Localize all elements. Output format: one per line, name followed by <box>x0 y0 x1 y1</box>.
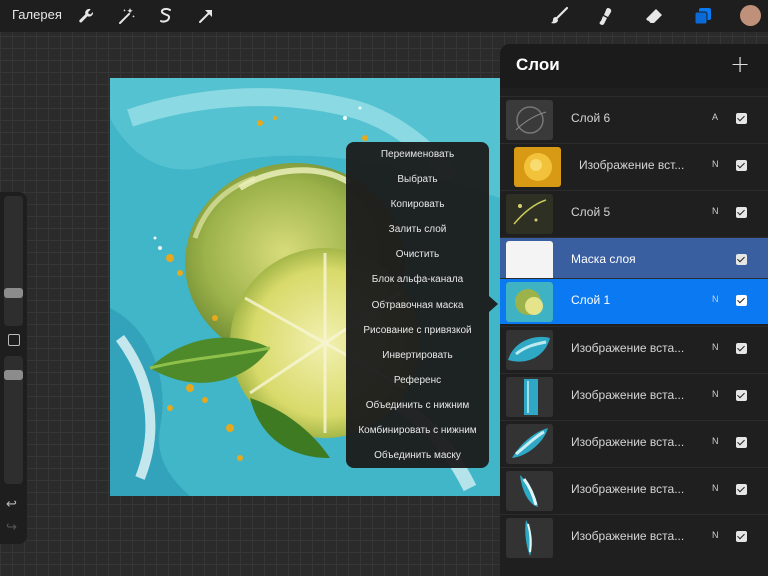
brush-size-thumb[interactable] <box>4 288 23 298</box>
layer-name: Слой 6 <box>571 111 611 125</box>
blend-mode-label[interactable]: N <box>712 530 719 540</box>
layer-name: Изображение вста... <box>571 435 685 449</box>
blend-mode-label[interactable]: N <box>712 159 719 169</box>
blend-mode-label[interactable]: N <box>712 436 719 446</box>
layer-name: Слой 5 <box>571 205 611 219</box>
layer-row-active[interactable]: Слой 1 N <box>500 278 768 324</box>
mask-thumbnail <box>506 241 553 281</box>
menu-item-clear[interactable]: Очистить <box>346 242 489 267</box>
layer-thumbnail <box>506 100 553 140</box>
layer-row[interactable]: Изображение вст... N <box>500 143 768 189</box>
menu-item-fill-layer[interactable]: Залить слой <box>346 217 489 242</box>
layer-row[interactable]: Изображение вста... N <box>500 514 768 560</box>
visibility-checkbox[interactable] <box>736 295 747 306</box>
brush-icon[interactable] <box>548 5 570 27</box>
gallery-button[interactable]: Галерея <box>12 7 62 22</box>
blend-mode-label[interactable]: A <box>712 112 718 122</box>
layer-thumbnail <box>506 424 553 464</box>
modify-button[interactable] <box>8 334 20 346</box>
redo-icon[interactable]: ↪ <box>6 520 17 535</box>
layer-name: Изображение вста... <box>571 529 685 543</box>
visibility-checkbox[interactable] <box>736 207 747 218</box>
layer-row[interactable]: Изображение вста... N <box>500 326 768 372</box>
layer-thumbnail <box>506 194 553 234</box>
menu-item-drawing-assist[interactable]: Рисование с привязкой <box>346 318 489 343</box>
menu-item-rename[interactable]: Переименовать <box>346 142 489 167</box>
blend-mode-label[interactable]: N <box>712 342 719 352</box>
layer-row[interactable]: Изображение вста... N <box>500 373 768 419</box>
layer-name: Изображение вста... <box>571 482 685 496</box>
layer-thumbnail <box>506 282 553 322</box>
visibility-checkbox[interactable] <box>736 160 747 171</box>
menu-item-select[interactable]: Выбрать <box>346 167 489 192</box>
layers-header: Слои + <box>500 44 768 88</box>
blend-mode-label[interactable]: N <box>712 206 719 216</box>
menu-item-apply-mask[interactable]: Объединить маску <box>346 443 489 468</box>
layer-row[interactable]: Изображение вста... N <box>500 420 768 466</box>
left-sidebar: ↩ ↪ <box>0 192 27 544</box>
layer-name: Слой 1 <box>571 293 611 307</box>
layer-thumbnail <box>506 518 553 558</box>
menu-item-combine-down[interactable]: Комбинировать с нижним <box>346 418 489 443</box>
blend-mode-label[interactable]: N <box>712 294 719 304</box>
visibility-checkbox[interactable] <box>736 390 747 401</box>
color-swatch[interactable] <box>740 5 761 26</box>
menu-item-clipping-mask[interactable]: Обтравочная маска <box>346 293 489 318</box>
menu-item-copy[interactable]: Копировать <box>346 192 489 217</box>
eraser-icon[interactable] <box>643 5 665 27</box>
menu-item-merge-down[interactable]: Объединить с нижним <box>346 393 489 418</box>
layer-thumbnail <box>506 330 553 370</box>
top-toolbar: Галерея <box>0 0 768 32</box>
layers-title: Слои <box>516 55 560 74</box>
visibility-checkbox[interactable] <box>736 437 747 448</box>
layer-mask-row[interactable]: Маска слоя <box>500 237 768 283</box>
visibility-checkbox[interactable] <box>736 343 747 354</box>
wrench-icon[interactable] <box>75 5 97 27</box>
layer-thumbnail <box>514 147 561 187</box>
layer-row[interactable]: Слой 6 A <box>500 96 768 142</box>
transform-arrow-icon[interactable] <box>195 5 217 27</box>
layer-name: Изображение вста... <box>571 388 685 402</box>
layer-name: Маска слоя <box>571 252 636 266</box>
layer-name: Изображение вста... <box>571 341 685 355</box>
layer-row[interactable]: Слой 5 N <box>500 190 768 236</box>
selection-icon[interactable] <box>155 5 177 27</box>
layer-context-menu: Переименовать Выбрать Копировать Залить … <box>346 142 489 468</box>
context-menu-pointer <box>489 296 498 312</box>
smudge-icon[interactable] <box>595 5 617 27</box>
undo-icon[interactable]: ↩ <box>6 497 17 512</box>
brush-size-slider[interactable] <box>4 196 23 326</box>
layer-name: Изображение вст... <box>579 158 685 172</box>
visibility-checkbox[interactable] <box>736 113 747 124</box>
layers-icon[interactable] <box>692 5 714 27</box>
menu-item-invert[interactable]: Инвертировать <box>346 343 489 368</box>
visibility-checkbox[interactable] <box>736 254 747 265</box>
menu-item-reference[interactable]: Референс <box>346 368 489 393</box>
blend-mode-label[interactable]: N <box>712 389 719 399</box>
layer-thumbnail <box>506 471 553 511</box>
magic-wand-icon[interactable] <box>116 5 138 27</box>
blend-mode-label[interactable]: N <box>712 483 719 493</box>
opacity-thumb[interactable] <box>4 370 23 380</box>
layer-row[interactable]: Изображение вста... N <box>500 467 768 513</box>
layers-panel: Слои + Слой 6 A Изображение вст... N Сло… <box>500 44 768 576</box>
add-layer-icon[interactable]: + <box>730 50 750 78</box>
menu-item-alpha-lock[interactable]: Блок альфа-канала <box>346 267 489 292</box>
visibility-checkbox[interactable] <box>736 531 747 542</box>
visibility-checkbox[interactable] <box>736 484 747 495</box>
layer-thumbnail <box>506 377 553 417</box>
